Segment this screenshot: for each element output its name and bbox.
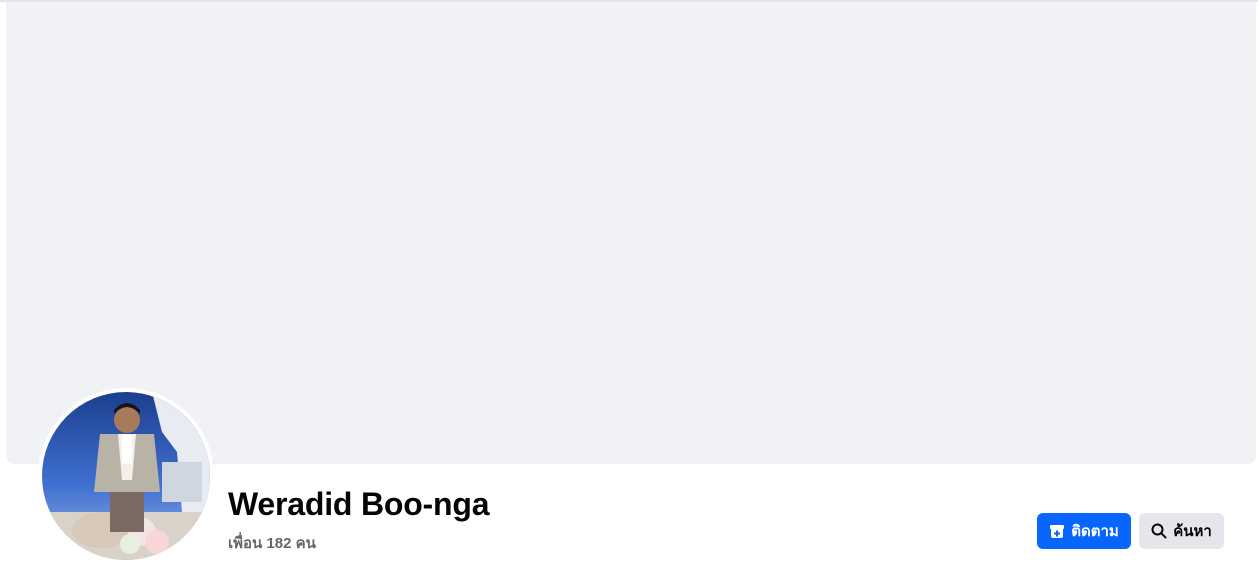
search-button[interactable]: ค้นหา bbox=[1139, 513, 1224, 549]
profile-page: Weradid Boo-nga เพื่อน 182 คน ติดตาม ค้น… bbox=[0, 0, 1258, 576]
profile-name: Weradid Boo-nga bbox=[228, 486, 490, 522]
profile-avatar[interactable] bbox=[42, 392, 210, 560]
avatar-photo bbox=[42, 392, 210, 560]
search-icon bbox=[1151, 523, 1167, 539]
follow-label: ติดตาม bbox=[1071, 523, 1119, 540]
search-label: ค้นหา bbox=[1173, 523, 1212, 540]
follow-button[interactable]: ติดตาม bbox=[1037, 513, 1131, 549]
follow-plus-icon bbox=[1049, 523, 1065, 539]
friends-count[interactable]: เพื่อน 182 คน bbox=[228, 531, 316, 555]
cover-photo[interactable] bbox=[6, 2, 1256, 464]
